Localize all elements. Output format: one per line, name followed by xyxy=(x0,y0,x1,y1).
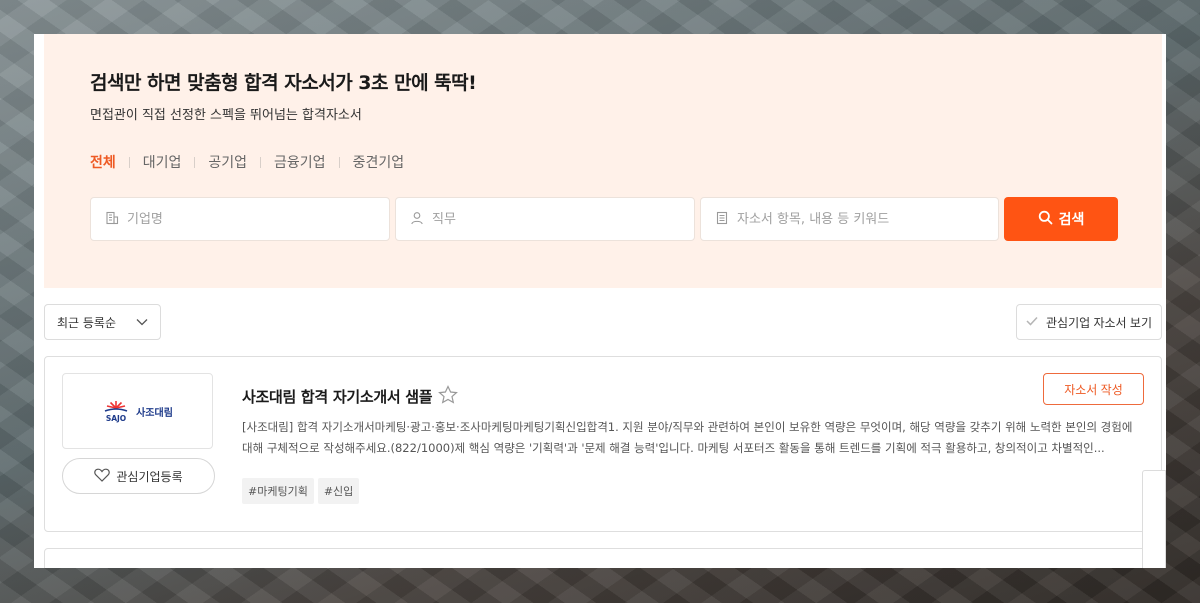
page-subtitle: 면접관이 직접 선정한 스펙을 뛰어넘는 합격자소서 xyxy=(90,108,362,123)
cover-letter-card[interactable]: SAJO 사조대림 관심기업등록 사조대림 합격 자기소개서 샘플 자소서 작성… xyxy=(44,356,1162,532)
company-logo[interactable]: SAJO 사조대림 xyxy=(62,373,213,449)
sort-dropdown[interactable]: 최근 등록순 xyxy=(44,304,161,340)
cover-letter-card-next[interactable] xyxy=(44,548,1162,568)
logo-mark-text: SAJO xyxy=(106,414,126,423)
keyword-search-field[interactable] xyxy=(700,197,999,241)
tab-all[interactable]: 전체 xyxy=(90,152,116,172)
tab-divider xyxy=(260,156,262,168)
heart-icon xyxy=(94,468,111,485)
floating-side-panel[interactable] xyxy=(1142,470,1166,568)
keyword-input[interactable] xyxy=(737,211,967,227)
tab-public-company[interactable]: 공기업 xyxy=(208,152,247,172)
building-icon xyxy=(105,210,119,229)
job-input[interactable] xyxy=(432,211,662,227)
page-frame: 검색만 하면 맞춤형 합격 자소서가 3초 만에 뚝딱! 면접관이 직접 선정한… xyxy=(34,34,1166,568)
sort-value: 최근 등록순 xyxy=(57,315,117,330)
interest-company-view-label: 관심기업 자소서 보기 xyxy=(1045,315,1153,330)
search-button[interactable]: 검색 xyxy=(1004,197,1118,241)
search-icon xyxy=(1038,210,1053,228)
logo-company-name: 사조대림 xyxy=(136,407,173,419)
person-icon xyxy=(410,210,424,229)
search-button-label: 검색 xyxy=(1058,211,1085,227)
write-cover-letter-button[interactable]: 자소서 작성 xyxy=(1043,373,1144,405)
add-interest-company-label: 관심기업등록 xyxy=(116,469,183,484)
company-input[interactable] xyxy=(127,211,357,227)
page-title: 검색만 하면 맞춤형 합격 자소서가 3초 만에 뚝딱! xyxy=(90,72,477,94)
hero-search-panel: 검색만 하면 맞춤형 합격 자소서가 3초 만에 뚝딱! 면접관이 직접 선정한… xyxy=(44,34,1162,288)
tag[interactable]: #신입 xyxy=(317,478,360,504)
check-icon xyxy=(1026,315,1038,329)
document-icon xyxy=(715,210,729,229)
job-search-field[interactable] xyxy=(395,197,695,241)
sajo-logo-mark: SAJO xyxy=(104,401,128,423)
tab-divider xyxy=(194,156,196,168)
company-search-field[interactable] xyxy=(90,197,390,241)
tag[interactable]: #마케팅기획 xyxy=(242,478,314,504)
card-title-row: 사조대림 합격 자기소개서 샘플 xyxy=(242,385,459,408)
card-description[interactable]: [사조대림] 합격 자기소개서마케팅·광고·홍보·조사마케팅마케팅기획신입합격1… xyxy=(242,417,1145,459)
star-icon[interactable] xyxy=(438,385,459,408)
category-tabs: 전체 대기업 공기업 금융기업 중견기업 xyxy=(90,152,404,172)
card-tags: #마케팅기획 #신입 xyxy=(242,478,360,504)
card-title[interactable]: 사조대림 합격 자기소개서 샘플 xyxy=(242,386,433,407)
chevron-down-icon xyxy=(136,315,148,329)
tab-large-company[interactable]: 대기업 xyxy=(143,152,182,172)
interest-company-view-button[interactable]: 관심기업 자소서 보기 xyxy=(1016,304,1162,340)
tab-divider xyxy=(338,156,340,168)
tab-mid-company[interactable]: 중견기업 xyxy=(353,152,405,172)
tab-finance-company[interactable]: 금융기업 xyxy=(274,152,326,172)
tab-divider xyxy=(128,156,130,168)
add-interest-company-button[interactable]: 관심기업등록 xyxy=(62,458,215,494)
